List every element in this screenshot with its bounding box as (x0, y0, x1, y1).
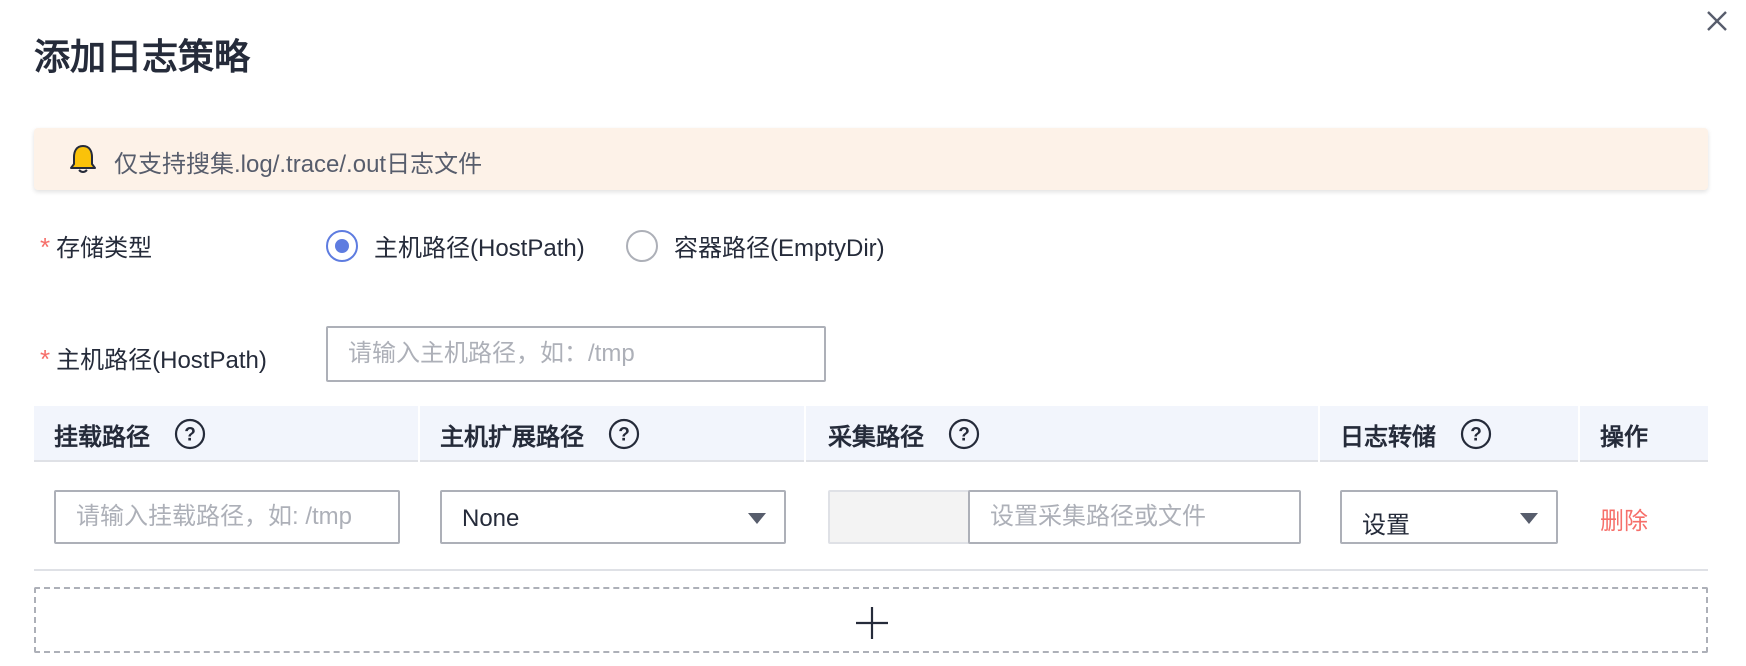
close-icon[interactable] (1704, 8, 1730, 34)
collect-path-input[interactable] (968, 490, 1301, 544)
plus-icon (856, 607, 888, 639)
log-dump-select[interactable]: 设置 (1340, 490, 1558, 544)
radio-unchecked-icon (626, 229, 658, 262)
svg-text:?: ? (958, 425, 970, 446)
column-mount-path: 挂载路径 ? (54, 406, 206, 462)
column-host-ext-path: 主机扩展路径 ? (440, 406, 640, 462)
column-log-dump: 日志转储 ? (1340, 406, 1492, 462)
alert-text: 仅支持搜集.log/.trace/.out日志文件 (114, 151, 483, 178)
delete-button[interactable]: 删除 (1600, 501, 1648, 536)
dialog-title: 添加日志策略 (34, 36, 251, 77)
row-divider (34, 569, 1708, 571)
storage-type-label: * 存储类型 (40, 232, 153, 262)
add-row-button[interactable] (34, 587, 1708, 653)
radio-emptydir[interactable]: 容器路径(EmptyDir) (626, 228, 885, 263)
radio-hostpath[interactable]: 主机路径(HostPath) (326, 228, 585, 263)
column-divider (804, 406, 806, 462)
host-path-label: * 主机路径(HostPath) (40, 344, 267, 374)
select-value: 设置 (1362, 512, 1410, 539)
bell-icon (70, 145, 96, 173)
column-action: 操作 (1600, 423, 1648, 451)
info-alert: 仅支持搜集.log/.trace/.out日志文件 (34, 128, 1708, 190)
svg-text:?: ? (618, 425, 630, 446)
chevron-down-icon (748, 513, 766, 524)
column-divider (1578, 406, 1580, 462)
radio-hostpath-label: 主机路径(HostPath) (374, 235, 585, 262)
column-divider (418, 406, 420, 462)
help-icon[interactable]: ? (948, 418, 980, 450)
radio-emptydir-label: 容器路径(EmptyDir) (674, 235, 885, 262)
chevron-down-icon (1520, 513, 1538, 524)
host-ext-path-select[interactable]: None (440, 490, 786, 544)
column-divider (1318, 406, 1320, 462)
mount-path-input[interactable] (54, 490, 400, 544)
host-path-input[interactable] (326, 326, 826, 382)
svg-text:?: ? (184, 425, 196, 446)
collect-path-prefix (828, 490, 970, 544)
radio-checked-icon (326, 229, 358, 262)
column-collect-path: 采集路径 ? (828, 406, 980, 462)
required-mark: * (40, 344, 51, 374)
select-value: None (462, 505, 520, 532)
help-icon[interactable]: ? (1460, 418, 1492, 450)
help-icon[interactable]: ? (174, 418, 206, 450)
required-mark: * (40, 232, 51, 262)
svg-text:?: ? (1470, 425, 1482, 446)
help-icon[interactable]: ? (608, 418, 640, 450)
table-header: 挂载路径 ? 主机扩展路径 ? 采集路径 ? 日志转储 ? 操作 (34, 406, 1708, 462)
